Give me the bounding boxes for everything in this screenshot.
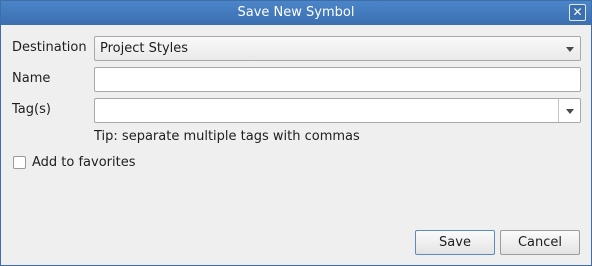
tags-tip: Tip: separate multiple tags with commas [94, 129, 360, 144]
name-input[interactable] [94, 67, 581, 92]
favorites-label[interactable]: Add to favorites [32, 155, 136, 170]
destination-value: Project Styles [100, 41, 189, 56]
chevron-down-icon [566, 109, 574, 114]
chevron-down-icon [566, 47, 574, 52]
name-label: Name [12, 71, 51, 86]
close-icon: ✕ [572, 5, 583, 19]
destination-select[interactable]: Project Styles [94, 36, 581, 61]
dialog-title: Save New Symbol [237, 5, 355, 20]
tags-dropdown-button[interactable] [558, 99, 580, 122]
tags-combo-input[interactable] [94, 98, 581, 123]
tags-label: Tag(s) [12, 102, 51, 117]
cancel-button[interactable]: Cancel [500, 230, 580, 255]
destination-label: Destination [12, 40, 87, 55]
title-bar[interactable]: Save New Symbol ✕ [1, 1, 591, 25]
close-button[interactable]: ✕ [569, 4, 586, 21]
save-symbol-dialog: Save New Symbol ✕ Destination Project St… [0, 0, 592, 266]
favorites-checkbox[interactable] [13, 156, 26, 169]
save-button[interactable]: Save [415, 230, 495, 255]
